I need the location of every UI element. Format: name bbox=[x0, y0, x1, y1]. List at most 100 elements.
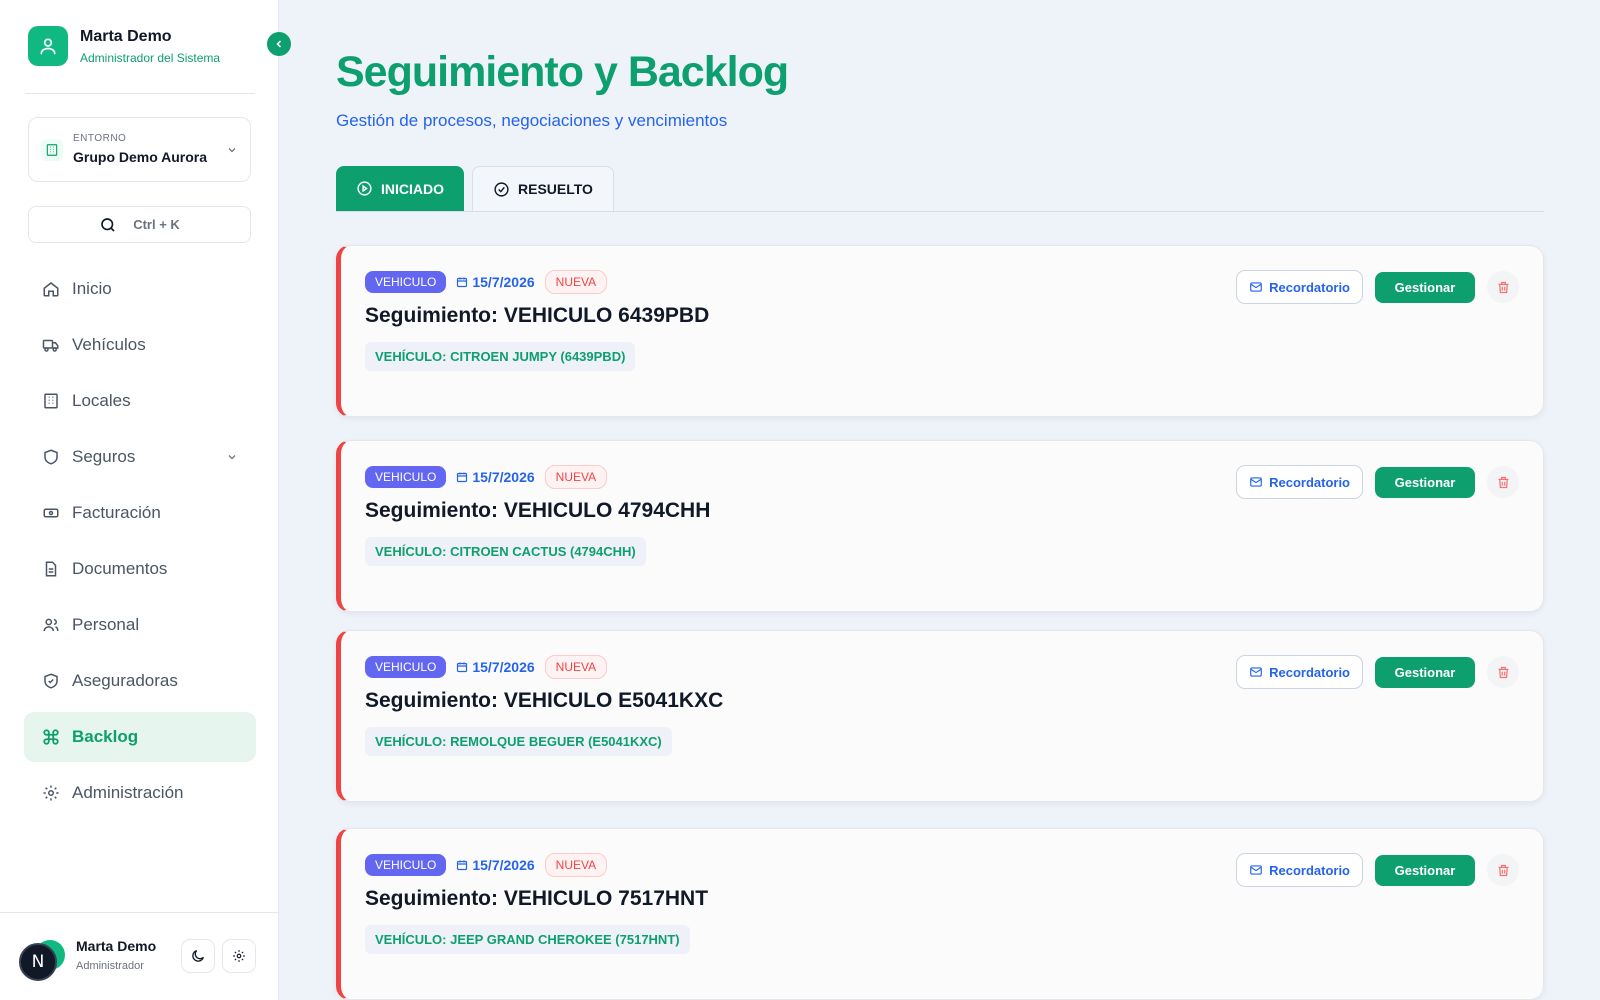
backlog-card: VEHICULO 15/7/2026 NUEVA Seguimiento: VE… bbox=[336, 245, 1544, 417]
gear-icon bbox=[43, 785, 59, 801]
calendar-icon bbox=[457, 860, 468, 871]
reminder-button[interactable]: Recordatorio bbox=[1236, 655, 1363, 689]
sidebar-item-label: Administración bbox=[72, 783, 184, 802]
sidebar-item-vehiculos[interactable]: Vehículos bbox=[24, 320, 256, 370]
sidebar-item-administracion[interactable]: Administración bbox=[24, 768, 256, 818]
type-badge: VEHICULO bbox=[365, 656, 447, 678]
date-text: 15/7/2026 bbox=[472, 274, 535, 290]
users-icon bbox=[43, 618, 59, 632]
backlog-card: VEHICULO 15/7/2026 NUEVA Seguimiento: VE… bbox=[336, 630, 1544, 802]
chevron-down-icon bbox=[228, 455, 236, 460]
shield-check-icon bbox=[44, 673, 58, 689]
search-icon bbox=[101, 217, 115, 232]
vehicle-tag: VEHÍCULO: JEEP GRAND CHEROKEE (7517HNT) bbox=[365, 925, 690, 954]
mail-icon bbox=[1250, 282, 1262, 292]
page-title: Seguimiento y Backlog bbox=[336, 48, 789, 96]
date-text: 15/7/2026 bbox=[472, 469, 535, 485]
mail-icon bbox=[1250, 667, 1262, 677]
file-icon bbox=[45, 561, 57, 577]
tabs-divider bbox=[336, 211, 1544, 212]
sidebar-item-locales[interactable]: Locales bbox=[24, 376, 256, 426]
sidebar-item-label: Locales bbox=[72, 391, 131, 410]
shield-icon bbox=[44, 449, 58, 465]
sidebar-item-label: Documentos bbox=[72, 559, 168, 578]
command-icon bbox=[43, 729, 59, 745]
sidebar-nav: Inicio Vehículos Locales Seguros Factura… bbox=[24, 264, 256, 824]
user-role: Administrador del Sistema bbox=[80, 50, 221, 65]
reminder-button[interactable]: Recordatorio bbox=[1236, 853, 1363, 887]
moon-icon bbox=[192, 950, 204, 962]
sidebar-item-personal[interactable]: Personal bbox=[24, 600, 256, 650]
trash-icon bbox=[1498, 864, 1508, 876]
manage-button[interactable]: Gestionar bbox=[1375, 271, 1475, 303]
sidebar-item-seguros[interactable]: Seguros bbox=[24, 432, 256, 482]
building-icon bbox=[44, 393, 58, 409]
reminder-label: Recordatorio bbox=[1269, 862, 1350, 878]
delete-button[interactable] bbox=[1487, 466, 1519, 498]
footer-user-role: Administrador bbox=[76, 960, 144, 972]
sidebar-item-inicio[interactable]: Inicio bbox=[24, 264, 256, 314]
sidebar-item-label: Facturación bbox=[72, 503, 161, 522]
sidebar-item-label: Personal bbox=[72, 615, 140, 634]
search-button[interactable]: Ctrl + K bbox=[28, 206, 251, 243]
manage-button[interactable]: Gestionar bbox=[1375, 854, 1475, 886]
delete-button[interactable] bbox=[1487, 656, 1519, 688]
date-badge: 15/7/2026 bbox=[456, 469, 535, 485]
trash-icon bbox=[1498, 281, 1508, 293]
reminder-label: Recordatorio bbox=[1269, 664, 1350, 680]
delete-button[interactable] bbox=[1487, 854, 1519, 886]
sidebar-item-documentos[interactable]: Documentos bbox=[24, 544, 256, 594]
gear-icon bbox=[233, 950, 245, 962]
card-title: Seguimiento: VEHICULO 4794CHH bbox=[365, 499, 711, 522]
reminder-button[interactable]: Recordatorio bbox=[1236, 465, 1363, 499]
sidebar-item-label: Backlog bbox=[72, 727, 139, 746]
tab-iniciado[interactable]: INICIADO bbox=[336, 166, 464, 211]
tab-resuelto[interactable]: RESUELTO bbox=[472, 166, 614, 211]
date-text: 15/7/2026 bbox=[472, 857, 535, 873]
play-circle-icon bbox=[357, 181, 372, 196]
mail-icon bbox=[1250, 477, 1262, 487]
card-title: Seguimiento: VEHICULO 6439PBD bbox=[365, 304, 710, 327]
sidebar-item-label: Inicio bbox=[72, 279, 112, 298]
building-icon bbox=[41, 138, 63, 161]
theme-toggle-button[interactable] bbox=[181, 939, 215, 973]
manage-button[interactable]: Gestionar bbox=[1375, 656, 1475, 688]
calendar-icon bbox=[457, 662, 468, 673]
settings-button[interactable] bbox=[222, 939, 256, 973]
environment-selector[interactable]: ENTORNO Grupo Demo Aurora bbox=[28, 117, 251, 182]
sidebar-item-label: Aseguradoras bbox=[72, 671, 178, 690]
card-title: Seguimiento: VEHICULO 7517HNT bbox=[365, 887, 709, 910]
chevron-down-icon bbox=[228, 147, 236, 152]
sidebar-item-aseguradoras[interactable]: Aseguradoras bbox=[24, 656, 256, 706]
user-header: Marta Demo Administrador del Sistema bbox=[28, 26, 220, 66]
type-badge: VEHICULO bbox=[365, 466, 447, 488]
status-badge: NUEVA bbox=[544, 270, 608, 294]
sidebar-item-label: Seguros bbox=[72, 447, 136, 466]
tab-label: INICIADO bbox=[381, 180, 444, 197]
vehicle-tag: VEHÍCULO: REMOLQUE BEGUER (E5041KXC) bbox=[365, 727, 672, 756]
date-badge: 15/7/2026 bbox=[456, 659, 535, 675]
vehicle-tag: VEHÍCULO: CITROEN JUMPY (6439PBD) bbox=[365, 342, 636, 371]
avatar[interactable]: N bbox=[19, 943, 57, 981]
check-circle-icon bbox=[494, 181, 509, 197]
divider bbox=[0, 912, 279, 913]
sidebar-item-facturacion[interactable]: Facturación bbox=[24, 488, 256, 538]
trash-icon bbox=[1498, 476, 1508, 488]
trash-icon bbox=[1498, 666, 1508, 678]
backlog-card: VEHICULO 15/7/2026 NUEVA Seguimiento: VE… bbox=[336, 828, 1544, 1000]
collapse-sidebar-button[interactable] bbox=[267, 32, 291, 56]
reminder-button[interactable]: Recordatorio bbox=[1236, 270, 1363, 304]
user-avatar bbox=[28, 26, 68, 66]
user-icon bbox=[40, 38, 56, 55]
calendar-icon bbox=[457, 472, 468, 483]
tab-label: RESUELTO bbox=[518, 181, 593, 197]
page-subtitle: Gestión de procesos, negociaciones y ven… bbox=[336, 111, 728, 130]
vehicle-tag: VEHÍCULO: CITROEN CACTUS (4794CHH) bbox=[365, 537, 646, 566]
sidebar-item-backlog[interactable]: Backlog bbox=[24, 712, 256, 762]
delete-button[interactable] bbox=[1487, 271, 1519, 303]
home-icon bbox=[43, 282, 59, 297]
card-title: Seguimiento: VEHICULO E5041KXC bbox=[365, 689, 724, 712]
manage-button[interactable]: Gestionar bbox=[1375, 466, 1475, 498]
banknote-icon bbox=[43, 508, 59, 518]
footer-user-name: Marta Demo bbox=[76, 938, 157, 954]
